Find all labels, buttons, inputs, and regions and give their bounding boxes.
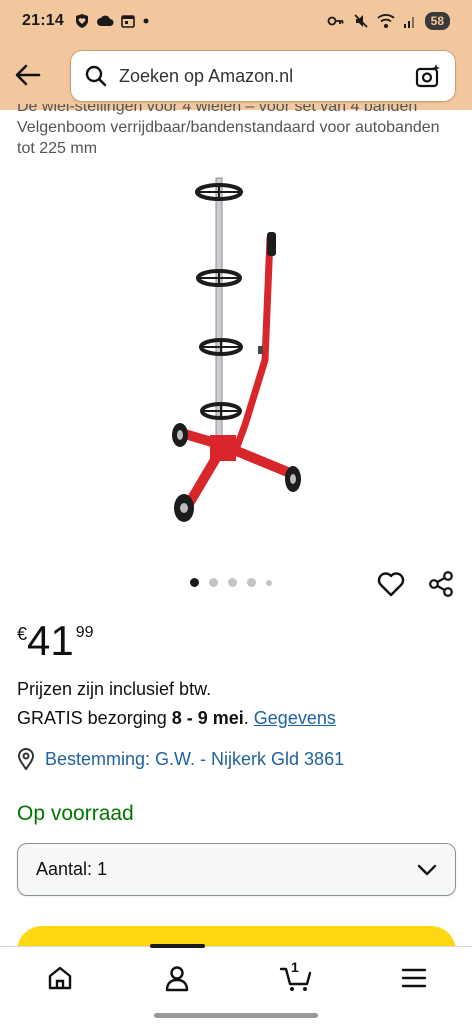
back-button[interactable] bbox=[10, 57, 46, 93]
quantity-select[interactable]: Aantal: 1 bbox=[17, 843, 456, 896]
price-whole: 41 bbox=[27, 617, 74, 664]
nav-cart[interactable]: 1 bbox=[276, 959, 316, 995]
mute-icon bbox=[354, 14, 368, 28]
delivery-details-link[interactable]: Gegevens bbox=[254, 708, 336, 728]
shield-heart-icon bbox=[75, 14, 88, 28]
search-bar[interactable] bbox=[70, 50, 456, 102]
share-button[interactable] bbox=[424, 567, 458, 601]
location-pin-icon bbox=[17, 748, 35, 770]
delivery-info: GRATIS bezorging 8 - 9 mei. Gegevens bbox=[17, 708, 336, 729]
tyre-rack-illustration bbox=[172, 177, 301, 522]
notification-dot-icon bbox=[143, 18, 149, 24]
wifi-icon bbox=[377, 14, 395, 28]
nav-account[interactable] bbox=[157, 961, 197, 995]
wishlist-button[interactable] bbox=[374, 567, 408, 601]
chevron-down-icon bbox=[417, 864, 437, 875]
location-text: Bestemming: G.W. - Nijkerk Gld 3861 bbox=[45, 748, 345, 769]
quantity-label: Aantal: bbox=[36, 859, 93, 879]
status-bar: 21:14 58 bbox=[0, 0, 472, 42]
stock-status: Op voorraad bbox=[17, 802, 134, 825]
cloud-icon bbox=[96, 15, 114, 26]
status-time: 21:14 bbox=[22, 12, 64, 29]
cart-count-badge: 1 bbox=[291, 959, 299, 975]
menu-icon bbox=[401, 968, 427, 988]
search-input[interactable] bbox=[119, 65, 413, 87]
product-price: € 41 99 bbox=[17, 618, 94, 664]
image-carousel-indicator[interactable] bbox=[190, 578, 272, 587]
product-image[interactable] bbox=[150, 170, 320, 530]
key-icon bbox=[327, 16, 344, 26]
delivery-location[interactable]: Bestemming: G.W. - Nijkerk Gld 3861 bbox=[17, 748, 344, 770]
nav-menu[interactable] bbox=[394, 961, 434, 995]
share-icon bbox=[429, 571, 453, 597]
carousel-dot[interactable] bbox=[247, 578, 256, 587]
title-previous-line: De wiel-stellingen voor 4 wielen – voor … bbox=[17, 104, 418, 115]
quantity-value: 1 bbox=[97, 859, 108, 879]
price-fraction: 99 bbox=[75, 624, 94, 641]
back-arrow-icon bbox=[15, 64, 41, 86]
carousel-dot[interactable] bbox=[209, 578, 218, 587]
vat-note: Prijzen zijn inclusief btw. bbox=[17, 679, 212, 699]
signal-icon bbox=[403, 17, 414, 28]
product-title[interactable]: Velgenboom verrijdbaar/bandenstandaard v… bbox=[17, 117, 457, 159]
active-tab-indicator bbox=[150, 944, 205, 948]
user-icon bbox=[165, 966, 189, 992]
bottom-navigation: 1 bbox=[0, 944, 472, 1024]
nav-home[interactable] bbox=[40, 961, 80, 995]
delivery-prefix: GRATIS bezorging bbox=[17, 708, 172, 728]
delivery-suffix: . bbox=[243, 708, 254, 728]
app-header: 21:14 58 bbox=[0, 0, 472, 110]
battery-indicator: 58 bbox=[424, 12, 450, 30]
camera-search-button[interactable] bbox=[413, 61, 443, 91]
heart-icon bbox=[377, 572, 405, 597]
delivery-date: 8 - 9 mei bbox=[171, 708, 244, 728]
gesture-bar[interactable] bbox=[154, 1013, 318, 1018]
carousel-dot[interactable] bbox=[190, 578, 199, 587]
calendar-icon bbox=[121, 15, 135, 28]
carousel-dot[interactable] bbox=[266, 579, 272, 586]
carousel-dot[interactable] bbox=[228, 578, 237, 587]
search-icon bbox=[85, 65, 107, 87]
price-currency: € bbox=[17, 624, 28, 644]
home-icon bbox=[48, 966, 72, 990]
camera-search-icon bbox=[415, 64, 440, 88]
